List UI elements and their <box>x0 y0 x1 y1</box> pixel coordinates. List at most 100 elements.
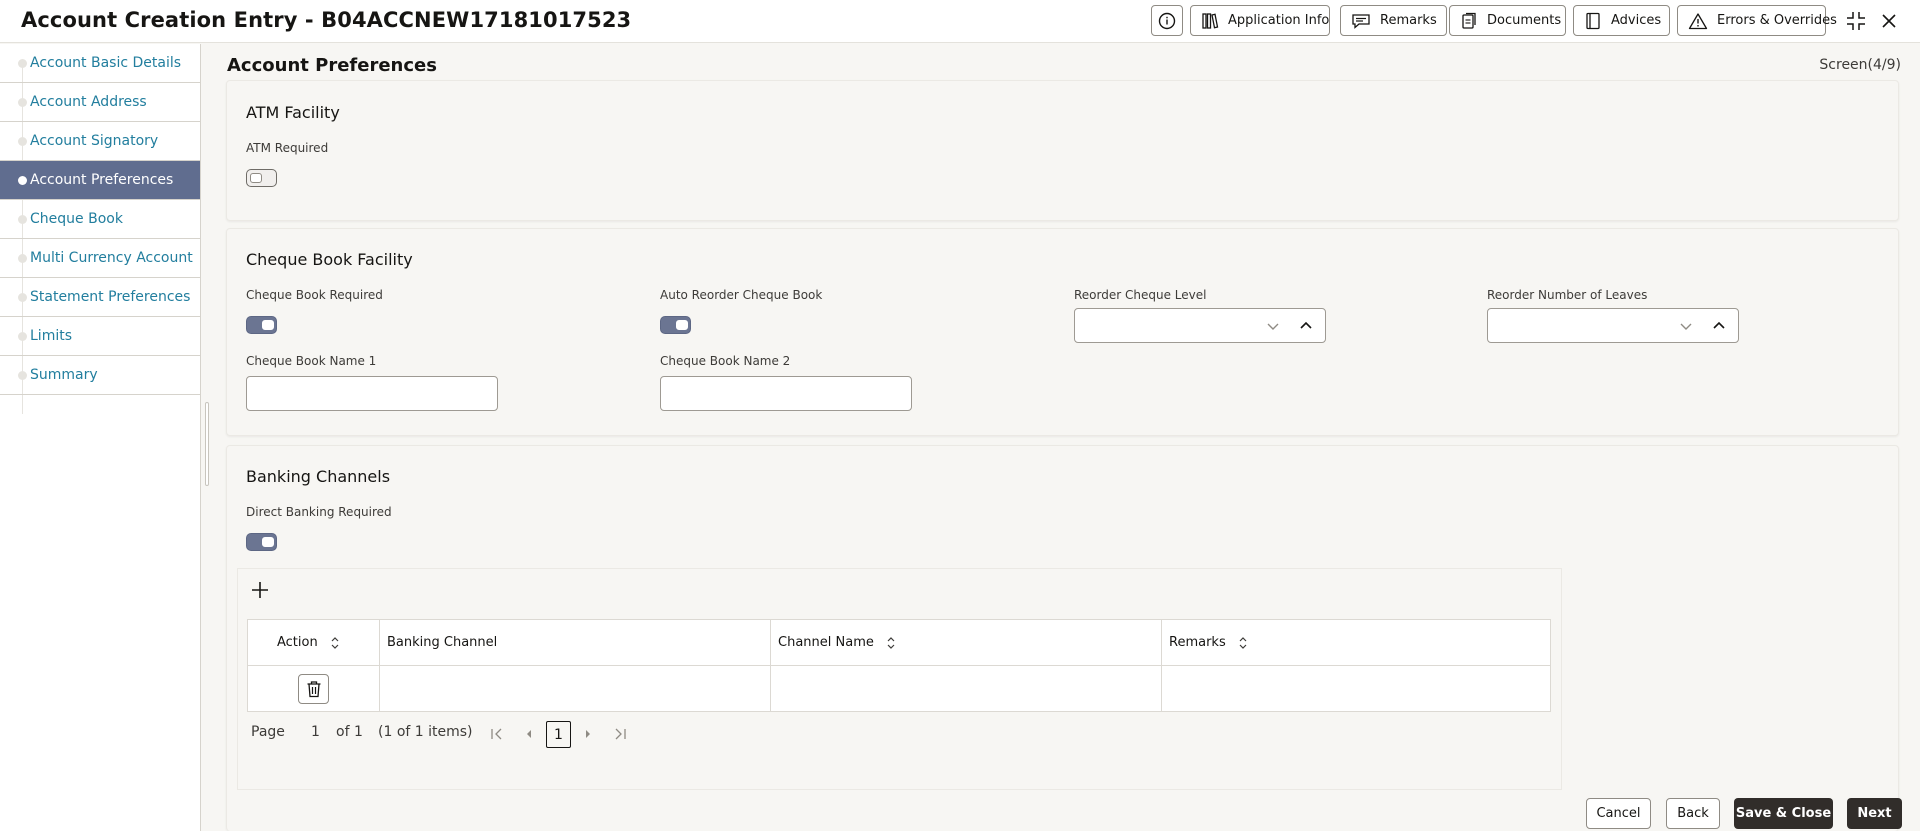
auto-reorder-label: Auto Reorder Cheque Book <box>660 288 823 302</box>
first-page-icon[interactable] <box>490 728 504 740</box>
errors-overrides-button[interactable]: Errors & Overrides <box>1677 5 1837 36</box>
banking-channels-title: Banking Channels <box>246 467 391 486</box>
toggle-knob <box>262 320 274 330</box>
table-cell-remarks[interactable] <box>1162 666 1550 712</box>
column-header-label: Action <box>277 635 318 650</box>
table-cell-channel-name[interactable] <box>771 666 1162 712</box>
next-page-icon[interactable] <box>583 728 593 740</box>
step-dot <box>18 215 27 224</box>
step-dot <box>18 176 27 185</box>
documents-button[interactable]: Documents <box>1449 5 1566 36</box>
sidebar-item-account-basic-details[interactable]: Account Basic Details <box>0 44 200 83</box>
previous-page-icon[interactable] <box>524 728 534 740</box>
cheque-book-required-toggle[interactable] <box>246 316 277 334</box>
sidebar-item-multi-currency-account[interactable]: Multi Currency Account <box>0 239 200 278</box>
sidebar-item-cheque-book[interactable]: Cheque Book <box>0 200 200 239</box>
sidebar-item-statement-preferences[interactable]: Statement Preferences <box>0 278 200 317</box>
sidebar-item-summary[interactable]: Summary <box>0 356 200 395</box>
sidebar-item-label: Cheque Book <box>30 211 123 227</box>
toggle-knob <box>676 320 688 330</box>
add-row-button[interactable] <box>250 580 270 600</box>
library-icon <box>1202 12 1219 29</box>
pager-current-page[interactable]: 1 <box>546 721 571 748</box>
step-dot <box>18 371 27 380</box>
atm-required-label: ATM Required <box>246 141 329 155</box>
cheque-book-name1-input[interactable] <box>246 376 498 411</box>
pager-of-total: of 1 <box>336 724 363 740</box>
table-cell-banking-channel[interactable] <box>380 666 771 712</box>
save-and-close-button[interactable]: Save & Close <box>1734 798 1833 829</box>
cheque-book-name2-label: Cheque Book Name 2 <box>660 354 791 368</box>
cancel-button[interactable]: Cancel <box>1586 798 1651 829</box>
step-dot <box>18 59 27 68</box>
chevron-down-icon[interactable] <box>1679 320 1693 332</box>
notebook-icon <box>1586 12 1600 29</box>
sidebar-nav: Account Basic Details Account Address Ac… <box>0 44 201 831</box>
remarks-label: Remarks <box>1380 13 1437 28</box>
minimize-button[interactable] <box>1843 8 1869 34</box>
info-button[interactable] <box>1151 5 1183 36</box>
advices-label: Advices <box>1611 13 1662 28</box>
sidebar-item-label: Limits <box>30 328 72 344</box>
toggle-knob <box>250 173 262 183</box>
pager-page-input[interactable]: 1 <box>311 724 320 740</box>
cheque-book-facility-title: Cheque Book Facility <box>246 250 413 269</box>
sort-icon[interactable] <box>886 636 896 650</box>
chevron-up-icon[interactable] <box>1299 320 1313 332</box>
collapse-icon <box>1847 12 1865 30</box>
next-button[interactable]: Next <box>1847 798 1902 829</box>
toggle-knob <box>262 537 274 547</box>
atm-facility-title: ATM Facility <box>246 103 340 122</box>
column-header-action[interactable]: Action <box>248 620 380 666</box>
chevron-down-icon[interactable] <box>1266 320 1280 332</box>
column-header-channel-name[interactable]: Channel Name <box>771 620 1162 666</box>
banking-channels-table: Action Banking Channel Channel Name Rema… <box>247 619 1551 712</box>
comment-icon <box>1352 13 1370 29</box>
reorder-leaves-label: Reorder Number of Leaves <box>1487 288 1648 302</box>
pager-page-label: Page <box>251 724 285 740</box>
direct-banking-toggle[interactable] <box>246 533 277 551</box>
column-header-label: Banking Channel <box>387 635 498 650</box>
column-header-remarks[interactable]: Remarks <box>1162 620 1550 666</box>
reorder-leaves-input[interactable] <box>1487 308 1739 343</box>
atm-facility-card <box>226 80 1899 221</box>
errors-overrides-label: Errors & Overrides <box>1717 13 1837 28</box>
back-button[interactable]: Back <box>1666 798 1720 829</box>
warning-icon <box>1688 12 1708 29</box>
chevron-up-icon[interactable] <box>1712 320 1726 332</box>
table-cell-action <box>248 666 380 712</box>
delete-row-button[interactable] <box>298 674 329 704</box>
column-header-banking-channel[interactable]: Banking Channel <box>380 620 771 666</box>
reorder-cheque-level-label: Reorder Cheque Level <box>1074 288 1207 302</box>
sidebar-item-account-address[interactable]: Account Address <box>0 83 200 122</box>
column-header-label: Channel Name <box>778 635 874 650</box>
screen-counter: Screen(4/9) <box>1819 57 1901 73</box>
last-page-icon[interactable] <box>613 728 627 740</box>
sidebar-item-label: Multi Currency Account <box>30 250 193 266</box>
step-dot <box>18 137 27 146</box>
direct-banking-label: Direct Banking Required <box>246 505 392 519</box>
cheque-book-name2-input[interactable] <box>660 376 912 411</box>
sidebar-item-account-preferences[interactable]: Account Preferences <box>0 161 200 200</box>
sidebar-item-account-signatory[interactable]: Account Signatory <box>0 122 200 161</box>
sort-icon[interactable] <box>330 636 340 650</box>
reorder-cheque-level-input[interactable] <box>1074 308 1326 343</box>
sidebar-resize-handle[interactable] <box>205 402 209 486</box>
app-header: Account Creation Entry - B04ACCNEW171810… <box>0 0 1920 43</box>
remarks-button[interactable]: Remarks <box>1340 5 1447 36</box>
sidebar-item-limits[interactable]: Limits <box>0 317 200 356</box>
sort-icon[interactable] <box>1238 636 1248 650</box>
auto-reorder-toggle[interactable] <box>660 316 691 334</box>
sidebar-item-label: Account Address <box>30 94 147 110</box>
cheque-book-required-label: Cheque Book Required <box>246 288 383 302</box>
column-header-label: Remarks <box>1169 635 1226 650</box>
atm-required-toggle[interactable] <box>246 169 277 187</box>
step-dot <box>18 332 27 341</box>
application-info-label: Application Info <box>1228 13 1330 28</box>
sidebar-item-label: Account Basic Details <box>30 55 182 71</box>
sidebar-item-label: Statement Preferences <box>30 289 191 305</box>
advices-button[interactable]: Advices <box>1573 5 1670 36</box>
application-info-button[interactable]: Application Info <box>1190 5 1330 36</box>
close-button[interactable] <box>1876 8 1902 34</box>
sidebar-item-label: Account Preferences <box>30 172 174 188</box>
